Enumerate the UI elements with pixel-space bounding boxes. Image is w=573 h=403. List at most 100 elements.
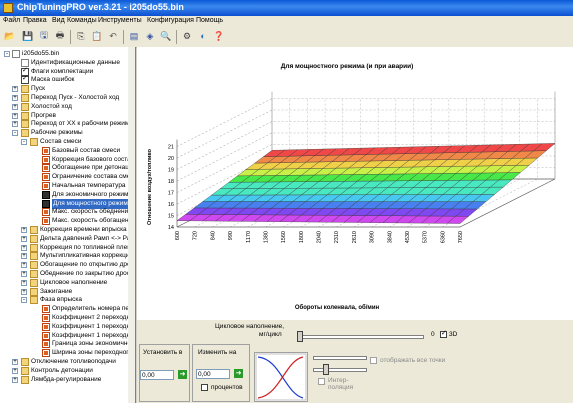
x-tick-label: 600: [175, 231, 181, 240]
expand-toggle[interactable]: -: [21, 297, 27, 304]
menu-commands[interactable]: Команды: [67, 17, 97, 24]
x-tick-label: 2040: [317, 231, 323, 243]
chart-view-icon[interactable]: ▤: [127, 29, 141, 43]
tree-item-label: Лямбда-регулирование: [31, 375, 102, 383]
x-tick-label: 1560: [281, 231, 287, 243]
cycle-slider[interactable]: [297, 335, 424, 339]
folder-icon: [21, 111, 29, 120]
gridline: [176, 98, 555, 147]
expand-toggle[interactable]: +: [12, 376, 18, 383]
change-value-input[interactable]: 0,00: [196, 369, 230, 379]
x-tick-label: 7650: [458, 231, 464, 243]
x-tick-label: 2310: [334, 231, 340, 243]
expand-toggle[interactable]: +: [12, 86, 18, 93]
z-tick-label: 21: [168, 145, 174, 151]
interp-slider-1[interactable]: [313, 356, 367, 360]
interp-slider-2[interactable]: [313, 368, 367, 372]
x-tick-label: 720: [193, 231, 199, 240]
expand-toggle[interactable]: +: [21, 271, 27, 277]
menu-edit[interactable]: Правка: [23, 17, 47, 24]
chart-panel: Для мощностного режима (и при аварии) 600…: [137, 47, 573, 337]
interp-slider-thumb[interactable]: [323, 364, 329, 375]
paste-icon[interactable]: 📋: [90, 29, 104, 43]
compare-icon[interactable]: ◈: [143, 29, 157, 43]
z-tick-label: 16: [168, 202, 174, 208]
expand-toggle[interactable]: +: [21, 235, 27, 242]
x-tick-label: 3840: [387, 231, 393, 243]
x-tick-label: 840: [210, 231, 216, 240]
set-label: Установить в: [143, 349, 183, 356]
apply-set-button[interactable]: ➜: [178, 370, 187, 379]
expand-toggle[interactable]: -: [4, 51, 10, 57]
expand-toggle[interactable]: -: [21, 139, 27, 145]
folder-icon: [21, 129, 29, 138]
expand-toggle[interactable]: +: [12, 359, 18, 365]
help-icon[interactable]: ❓: [212, 29, 226, 43]
interp-checkbox[interactable]: [318, 378, 325, 385]
x-tick-label: 2610: [352, 231, 358, 243]
z-tick-label: 15: [168, 214, 174, 220]
expand-toggle[interactable]: +: [21, 288, 27, 295]
expand-toggle[interactable]: -: [12, 130, 18, 137]
update-icon[interactable]: ◐: [196, 29, 210, 43]
expand-toggle[interactable]: +: [21, 227, 27, 233]
menu-tools[interactable]: Инструменты: [98, 17, 142, 24]
folder-icon: [30, 270, 38, 278]
title-bar: ChipTuningPRO ver.3.21 - i205do55.bin: [0, 0, 573, 16]
folder-icon: [30, 261, 38, 270]
window-title: ChipTuningPRO ver.3.21 - i205do55.bin: [17, 2, 184, 12]
tree-scrollbar[interactable]: [128, 47, 135, 403]
open-icon[interactable]: 📂: [3, 29, 17, 43]
x-tick-label: 6360: [440, 231, 446, 243]
expand-toggle[interactable]: +: [21, 253, 27, 260]
folder-icon: [21, 120, 29, 129]
folder-icon: [21, 94, 29, 102]
y-axis-label: Отношение воздух/топливо: [147, 148, 153, 225]
x-tick-label: 5370: [423, 231, 429, 243]
cycle-slider-thumb[interactable]: [297, 331, 303, 342]
expand-toggle[interactable]: +: [21, 279, 27, 286]
expand-toggle[interactable]: +: [12, 112, 18, 119]
folder-icon: [21, 375, 29, 384]
table-icon: [42, 155, 50, 164]
table-icon: [42, 208, 50, 217]
menu-help[interactable]: Помощь: [196, 17, 223, 24]
z-tick-label: 19: [168, 168, 174, 174]
print-icon[interactable]: 🖶: [53, 29, 67, 43]
controls-panel: Цикловое наполнение, мг/цикл 0 ✓ 3D Уста…: [137, 320, 573, 403]
undo-icon[interactable]: ↶: [106, 29, 120, 43]
x-tick-label: 4530: [405, 231, 411, 243]
interp-curve-preview: [254, 352, 308, 402]
folder-icon: [21, 366, 29, 375]
expand-toggle[interactable]: +: [21, 262, 27, 269]
expand-toggle[interactable]: +: [12, 367, 18, 374]
menu-config[interactable]: Конфигурация: [147, 17, 194, 24]
find-icon[interactable]: 🔍: [159, 29, 173, 43]
cycle-units: мг/цикл: [259, 331, 282, 338]
apply-change-button[interactable]: ➜: [234, 369, 243, 378]
check-3d[interactable]: ✓: [440, 330, 447, 338]
file-icon: [12, 50, 20, 58]
expand-toggle[interactable]: +: [12, 95, 18, 101]
table-icon: [42, 217, 50, 226]
menu-file[interactable]: Файл: [3, 17, 20, 24]
x-tick-label: 3090: [370, 231, 376, 243]
tools-icon[interactable]: ⚙: [180, 29, 194, 43]
check-3d-label: 3D: [449, 331, 458, 338]
show-all-points-checkbox[interactable]: [370, 357, 377, 364]
percent-checkbox[interactable]: [201, 384, 208, 391]
expand-toggle[interactable]: +: [12, 103, 18, 110]
folder-icon: [30, 287, 38, 296]
expand-toggle[interactable]: +: [21, 244, 27, 251]
copy-icon[interactable]: ⎘: [74, 29, 88, 43]
save-icon[interactable]: 💾: [21, 29, 35, 43]
interp-label: Интер- поляция: [328, 377, 354, 391]
table-icon: [42, 340, 50, 349]
save-as-icon[interactable]: 🖫: [37, 29, 51, 43]
change-label: Изменить на: [198, 349, 237, 356]
set-value-input[interactable]: 0,00: [140, 370, 174, 380]
expand-toggle[interactable]: +: [12, 121, 18, 128]
menu-view[interactable]: Вид: [52, 17, 65, 24]
folder-icon: [30, 138, 38, 146]
folder-icon: [21, 102, 29, 111]
